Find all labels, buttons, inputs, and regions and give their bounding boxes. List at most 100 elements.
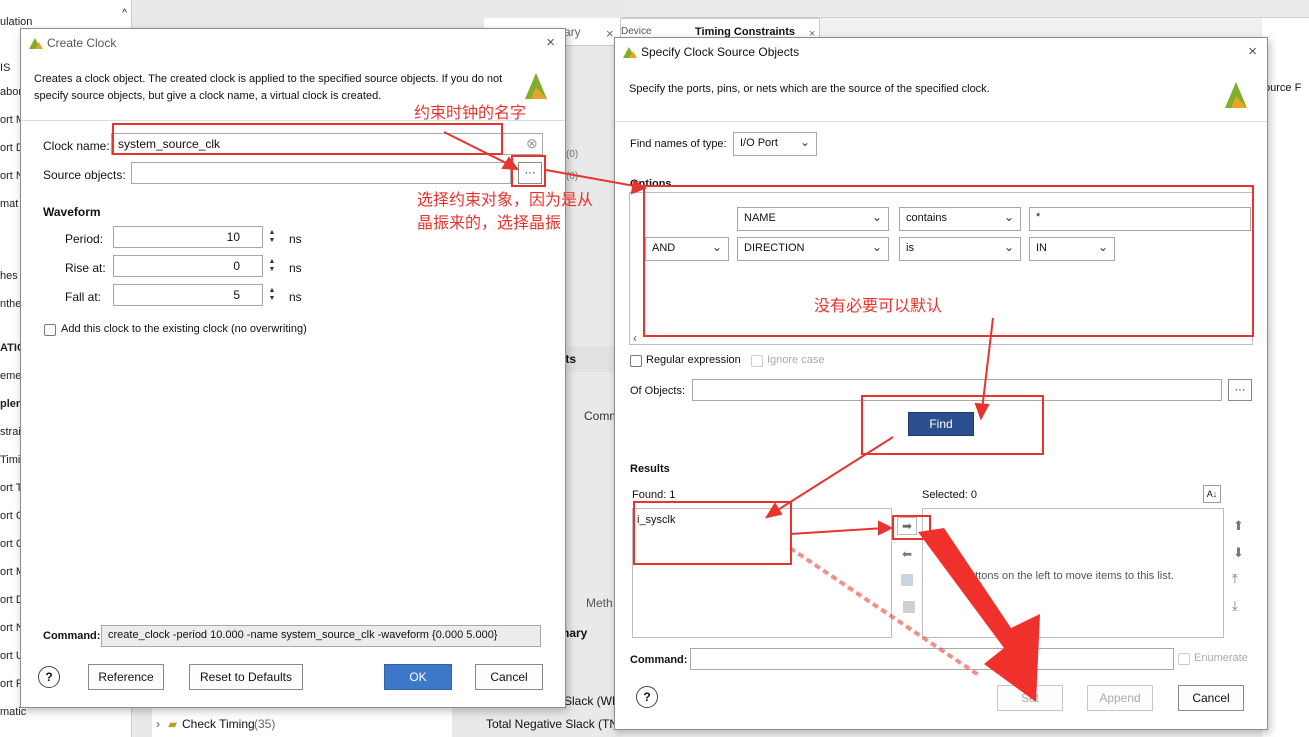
folder-icon: ▰ — [168, 717, 178, 731]
nav-item[interactable]: hes — [0, 270, 18, 282]
sort-icon[interactable]: A↓ — [1203, 485, 1221, 503]
move-top-icon[interactable]: ⤒ — [1232, 571, 1238, 587]
chevron-down-icon: ⌄ — [871, 240, 882, 254]
chevron-down-icon: ⌄ — [1003, 210, 1014, 224]
move-bottom-icon[interactable]: ⤓ — [1232, 598, 1238, 614]
tns-label: Total Negative Slack (TNS — [486, 717, 627, 731]
vivado-logo-icon — [1225, 82, 1247, 108]
source-file-label: ource F — [1264, 82, 1302, 94]
period-spinner-icon[interactable]: ▲ ▼ — [266, 229, 278, 245]
list-item[interactable]: i_sysclk — [637, 514, 676, 526]
tab-methodology[interactable]: Meth — [586, 596, 613, 610]
row1-op-value: contains — [906, 212, 947, 224]
of-objects-input[interactable] — [692, 379, 1222, 401]
move-down-icon[interactable]: ⬇ — [1233, 545, 1244, 561]
enumerate-checkbox[interactable] — [1178, 653, 1190, 665]
row1-field-select[interactable]: NAME ⌄ — [737, 207, 889, 231]
move-all-left-icon[interactable] — [903, 601, 915, 613]
row2-op-select[interactable]: is ⌄ — [899, 237, 1021, 261]
period-input[interactable]: 10 — [113, 226, 263, 248]
nav-item[interactable]: nthe — [0, 298, 21, 310]
enumerate-label[interactable]: Enumerate — [1194, 652, 1248, 664]
period-label: Period: — [65, 232, 104, 246]
find-type-select[interactable]: I/O Port ⌄ — [733, 132, 817, 156]
help-button[interactable]: ? — [38, 666, 60, 688]
of-objects-label: Of Objects: — [630, 385, 686, 397]
background-right-strip: ource F — [1262, 18, 1309, 737]
rise-input[interactable]: 0 — [113, 255, 263, 277]
ok-button[interactable]: OK — [384, 664, 452, 690]
fall-spinner-icon[interactable]: ▲ ▼ — [266, 287, 278, 303]
options-heading: Options — [630, 178, 672, 190]
row2-field-value: DIRECTION — [744, 242, 805, 254]
chevron-down-icon: ⌄ — [1097, 240, 1108, 254]
selected-list-hint: uttons on the left to move items to this… — [969, 570, 1174, 582]
command-label: Command: — [630, 654, 688, 666]
specify-source-titlebar: Specify Clock Source Objects × — [615, 38, 1267, 66]
row1-op-select[interactable]: contains ⌄ — [899, 207, 1021, 231]
chevron-down-icon: ⌄ — [711, 240, 722, 254]
row1-field-value: NAME — [744, 212, 776, 224]
nav-item[interactable]: IS — [0, 62, 10, 74]
nav-item[interactable]: Timi — [0, 454, 20, 466]
wns-label: Slack (WN — [564, 694, 621, 708]
tab-device[interactable]: Device — [621, 26, 652, 37]
tab-summary-partial[interactable]: ary — [564, 25, 581, 39]
command-field[interactable] — [690, 648, 1174, 670]
help-button[interactable]: ? — [636, 686, 658, 708]
dialog-description: Creates a clock object. The created cloc… — [34, 73, 503, 102]
reset-defaults-button[interactable]: Reset to Defaults — [189, 664, 303, 690]
ignore-case-checkbox[interactable] — [751, 355, 763, 367]
add-clock-checkbox[interactable] — [44, 324, 56, 336]
regex-checkbox[interactable] — [630, 355, 642, 367]
regex-label[interactable]: Regular expression — [646, 354, 741, 366]
row1-value-input[interactable]: * — [1029, 207, 1251, 231]
reference-button[interactable]: Reference — [88, 664, 164, 690]
tab-close-icon[interactable]: × — [606, 26, 614, 41]
move-up-icon[interactable]: ⬆ — [1233, 518, 1244, 534]
clear-icon[interactable]: ⊗ — [526, 135, 538, 152]
append-button[interactable]: Append — [1087, 685, 1153, 711]
vivado-logo-icon — [29, 37, 43, 49]
row2-field-select[interactable]: DIRECTION ⌄ — [737, 237, 889, 261]
find-button[interactable]: Find — [908, 412, 974, 436]
scroll-left-icon[interactable]: ‹ — [633, 331, 637, 345]
period-unit: ns — [289, 232, 302, 246]
selected-count: Selected: 0 — [922, 489, 978, 501]
row2-value-select[interactable]: IN ⌄ — [1029, 237, 1115, 261]
check-timing-count: (35) — [254, 717, 276, 731]
vivado-logo-icon — [525, 73, 547, 99]
nav-item[interactable]: ulation — [0, 16, 32, 28]
set-button[interactable]: Set — [997, 685, 1063, 711]
close-icon[interactable]: × — [1248, 43, 1257, 60]
move-right-icon[interactable]: ➡ — [897, 517, 917, 535]
fall-input[interactable]: 5 — [113, 284, 263, 306]
ignore-case-label[interactable]: Ignore case — [767, 354, 824, 366]
move-left-icon[interactable]: ⬅ — [897, 545, 917, 563]
nav-item[interactable]: strai — [0, 426, 21, 438]
command-field[interactable]: create_clock -period 10.000 -name system… — [101, 625, 541, 647]
rise-label: Rise at: — [65, 261, 106, 275]
nav-item[interactable]: eme — [0, 370, 21, 382]
browse-source-button[interactable]: ··· — [518, 162, 542, 184]
row2-logic-select[interactable]: AND ⌄ — [645, 237, 729, 261]
clock-name-input[interactable]: system_source_clk — [111, 133, 543, 155]
nav-item[interactable]: mat — [0, 198, 18, 210]
rise-spinner-icon[interactable]: ▲ ▼ — [266, 258, 278, 274]
selected-list: uttons on the left to move items to this… — [922, 508, 1224, 638]
source-objects-input[interactable] — [131, 162, 511, 184]
check-timing-label[interactable]: Check Timing — [182, 717, 255, 731]
add-clock-label[interactable]: Add this clock to the existing clock (no… — [61, 323, 307, 335]
cancel-button[interactable]: Cancel — [1178, 685, 1244, 711]
of-objects-browse-button[interactable]: ··· — [1228, 379, 1252, 401]
row2-value-value: IN — [1036, 242, 1047, 254]
close-icon[interactable]: × — [546, 34, 555, 51]
chevron-right-icon[interactable]: › — [156, 717, 160, 731]
move-all-right-icon[interactable] — [901, 574, 913, 586]
find-type-value: I/O Port — [740, 137, 778, 149]
scroll-up-icon[interactable]: ^ — [122, 8, 127, 19]
cancel-button[interactable]: Cancel — [475, 664, 543, 690]
chevron-down-icon: ⌄ — [871, 210, 882, 224]
create-clock-titlebar: Create Clock × — [21, 29, 565, 57]
clock-name-label: Clock name: — [43, 139, 110, 153]
